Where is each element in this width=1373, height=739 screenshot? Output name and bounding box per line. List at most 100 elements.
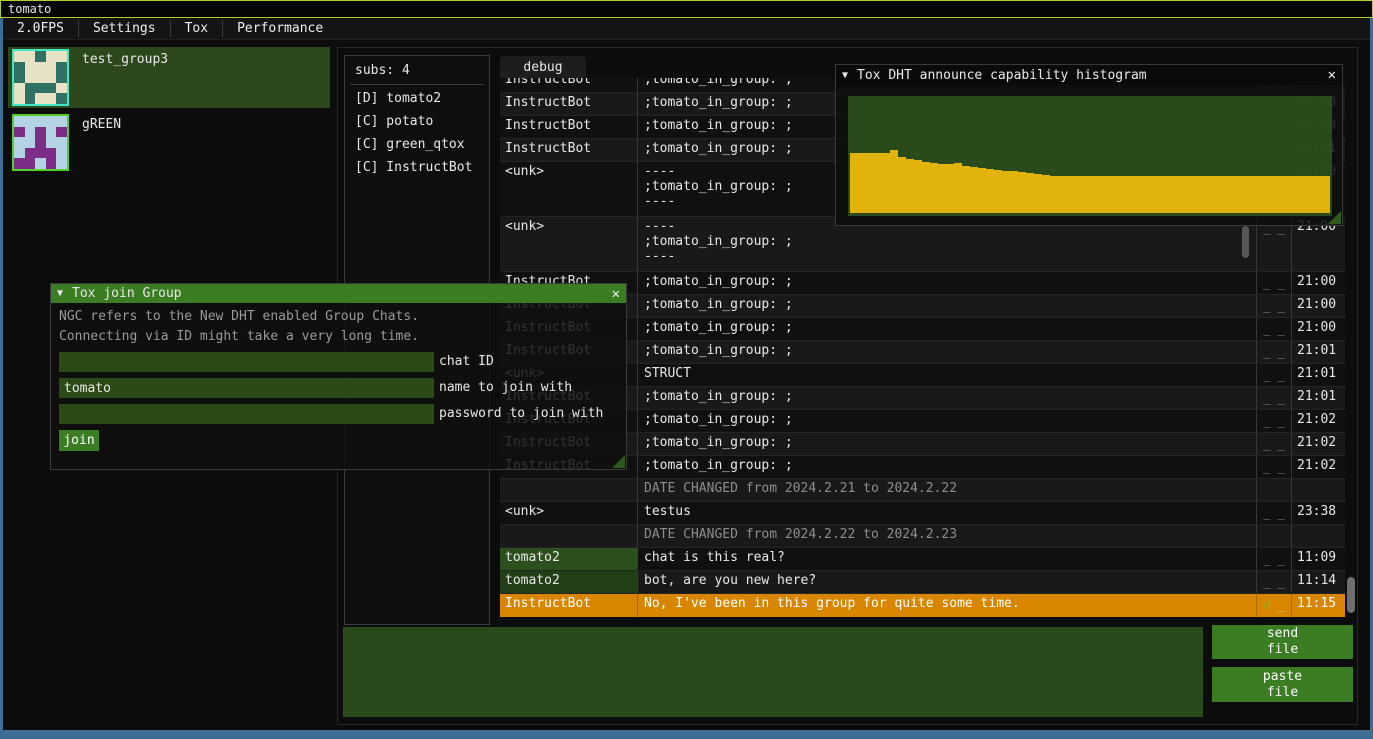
message-cell-scrollbar[interactable] — [1242, 226, 1249, 258]
sender-cell: tomato2 — [500, 571, 637, 593]
avatar-pixel — [14, 72, 25, 83]
avatar-pixel — [46, 148, 57, 159]
join-field-password-to-join-with[interactable] — [59, 404, 434, 424]
sender-cell: <unk> — [500, 162, 637, 216]
members-separator — [350, 84, 484, 85]
sidebar-item-test_group3[interactable]: test_group3 — [8, 47, 330, 108]
member-item[interactable]: [D] tomato2 — [345, 89, 489, 112]
menu-bar: 2.0FPSSettingsToxPerformance — [3, 18, 1370, 40]
chat-scrollbar[interactable] — [1347, 577, 1355, 613]
paste-file-button[interactable]: paste file — [1212, 667, 1353, 702]
message-time — [1291, 479, 1345, 501]
histogram-bar — [1298, 176, 1306, 213]
histogram-bar — [1314, 176, 1322, 213]
join-field-label: chat ID — [439, 354, 494, 369]
histogram-bar — [1266, 176, 1274, 213]
members-list: [D] tomato2[C] potato[C] green_qtox[C] I… — [345, 89, 489, 181]
sender-cell: InstructBot — [500, 139, 637, 161]
avatar-pixel — [14, 93, 25, 104]
menu-item-settings[interactable]: Settings — [79, 18, 170, 39]
avatar-pixel — [56, 127, 67, 138]
histogram-window-title: Tox DHT announce capability histogram — [857, 68, 1147, 83]
resize-grip[interactable] — [1328, 211, 1341, 224]
message-cell: ;tomato_in_group: ; — [637, 456, 1256, 478]
menu-item-performance[interactable]: Performance — [223, 18, 337, 39]
message-flags: _ _ — [1256, 502, 1291, 524]
avatar-pixel — [46, 93, 57, 104]
close-icon[interactable]: ✕ — [1328, 67, 1336, 83]
avatar-pixel — [46, 83, 57, 94]
avatar-pixel — [14, 148, 25, 159]
message-flags — [1256, 525, 1291, 547]
os-window-title: tomato — [8, 2, 51, 16]
histogram-bar — [1050, 176, 1058, 213]
member-item[interactable]: [C] potato — [345, 112, 489, 135]
group-name: gREEN — [82, 117, 121, 132]
send-file-button[interactable]: send file — [1212, 625, 1353, 659]
avatar-pixel — [35, 158, 46, 169]
avatar-pixel — [35, 51, 46, 62]
histogram-bar — [1122, 176, 1130, 213]
collapse-triangle-icon[interactable]: ▼ — [57, 288, 63, 299]
message-input[interactable] — [343, 627, 1203, 717]
histogram-window-titlebar[interactable]: ▼ Tox DHT announce capability histogram … — [836, 65, 1342, 85]
avatar-pixel — [56, 93, 67, 104]
avatar-pixel — [56, 137, 67, 148]
member-item[interactable]: [C] InstructBot — [345, 158, 489, 181]
avatar-pixel — [46, 62, 57, 73]
avatar-pixel — [14, 51, 25, 62]
histogram-bar — [1242, 176, 1250, 213]
message-flags: _ _ — [1256, 272, 1291, 294]
message-time: 11:09 — [1291, 548, 1345, 570]
histogram-bar — [1154, 176, 1162, 213]
histogram-bar — [1090, 176, 1098, 213]
tab-debug[interactable]: debug — [500, 56, 586, 78]
message-cell: ;tomato_in_group: ; — [637, 318, 1256, 340]
histogram-bar — [1026, 173, 1034, 213]
histogram-bar — [1194, 176, 1202, 213]
histogram-bar — [858, 153, 866, 213]
message-cell: chat is this real? — [637, 548, 1256, 570]
histogram-bar — [1058, 176, 1066, 213]
histogram-bar — [890, 150, 898, 213]
avatar-pixel — [46, 127, 57, 138]
histogram-bar — [1202, 176, 1210, 213]
histogram-bar — [962, 166, 970, 213]
histogram-window: ▼ Tox DHT announce capability histogram … — [835, 64, 1343, 226]
histogram-bar — [1282, 176, 1290, 213]
join-field-label: name to join with — [439, 380, 572, 395]
avatar-pixel — [56, 51, 67, 62]
join-dialog-titlebar[interactable]: ▼ Tox join Group ✕ — [51, 284, 626, 303]
avatar-pixel — [25, 148, 36, 159]
histogram-bar — [914, 160, 922, 213]
close-icon[interactable]: ✕ — [612, 286, 620, 302]
date-changed-row: DATE CHANGED from 2024.2.21 to 2024.2.22 — [500, 479, 1345, 502]
tab-debug-label: debug — [523, 60, 562, 75]
member-item[interactable]: [C] green_qtox — [345, 135, 489, 158]
sender-cell: InstructBot — [500, 93, 637, 115]
histogram-bar — [1170, 176, 1178, 213]
sidebar-item-green[interactable]: gREEN — [8, 112, 330, 173]
histogram-bar — [898, 157, 906, 214]
os-titlebar[interactable]: tomato — [0, 0, 1373, 18]
histogram-bar — [866, 153, 874, 213]
resize-grip[interactable] — [612, 455, 625, 468]
join-field-name-to-join-with[interactable] — [59, 378, 434, 398]
menu-item-tox[interactable]: Tox — [171, 18, 222, 39]
message-cell: ;tomato_in_group: ; — [637, 387, 1256, 409]
sender-cell: InstructBot — [500, 594, 637, 617]
histogram-bar — [1138, 176, 1146, 213]
avatar-pixel — [56, 158, 67, 169]
join-button[interactable]: join — [59, 430, 99, 451]
histogram-bar — [954, 163, 962, 213]
collapse-triangle-icon[interactable]: ▼ — [842, 70, 848, 81]
histogram-bar — [1306, 176, 1314, 213]
histogram-bar — [1234, 176, 1242, 213]
menu-item-2-0fps[interactable]: 2.0FPS — [3, 18, 78, 39]
avatar-pixel — [25, 62, 36, 73]
histogram-bar — [1010, 171, 1018, 213]
histogram-bar — [1178, 176, 1186, 213]
join-field-chat-ID[interactable] — [59, 352, 434, 372]
avatar-pixel — [14, 83, 25, 94]
avatar-pixel — [56, 62, 67, 73]
